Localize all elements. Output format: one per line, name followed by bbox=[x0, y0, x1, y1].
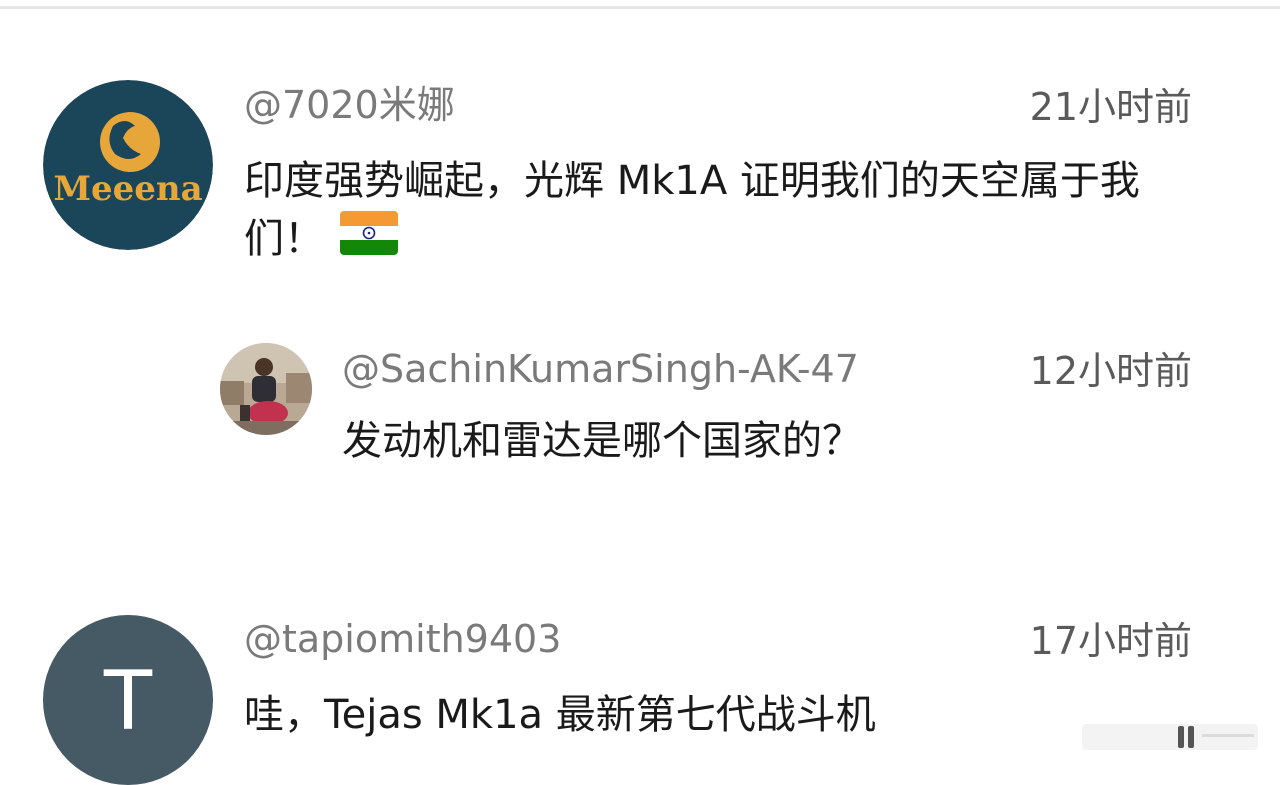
avatar-letter: T bbox=[101, 652, 155, 748]
avatar-sachinkumarsingh[interactable] bbox=[220, 343, 312, 435]
reply-text: 发动机和雷达是哪个国家的？ bbox=[342, 418, 862, 464]
avatar-tapiomith[interactable]: T bbox=[43, 615, 213, 785]
avatar-logo-text: Meeena bbox=[53, 169, 202, 209]
comment-text: 印度强势崛起，光辉 Mk1A 证明我们的天空属于我们！ bbox=[244, 152, 1204, 271]
top-divider bbox=[0, 6, 1280, 9]
comment-author-handle[interactable]: @7020米娜 bbox=[244, 82, 455, 128]
comment-timestamp: 17小时前 bbox=[1029, 619, 1192, 663]
meeena-logo-icon: Meeena bbox=[43, 80, 213, 250]
reply-timestamp: 12小时前 bbox=[1029, 349, 1192, 393]
comment-text: 哇，Tejas Mk1a 最新第七代战斗机 bbox=[244, 692, 876, 738]
user-photo-icon bbox=[220, 343, 312, 435]
avatar-meeena[interactable]: Meeena bbox=[43, 80, 213, 250]
india-flag-icon bbox=[340, 211, 398, 271]
watermark-overlay bbox=[1082, 720, 1258, 756]
comment-author-handle[interactable]: @tapiomith9403 bbox=[244, 616, 561, 662]
reply-author-handle[interactable]: @SachinKumarSingh-AK-47 bbox=[342, 346, 859, 392]
comment-timestamp: 21小时前 bbox=[1029, 85, 1192, 129]
